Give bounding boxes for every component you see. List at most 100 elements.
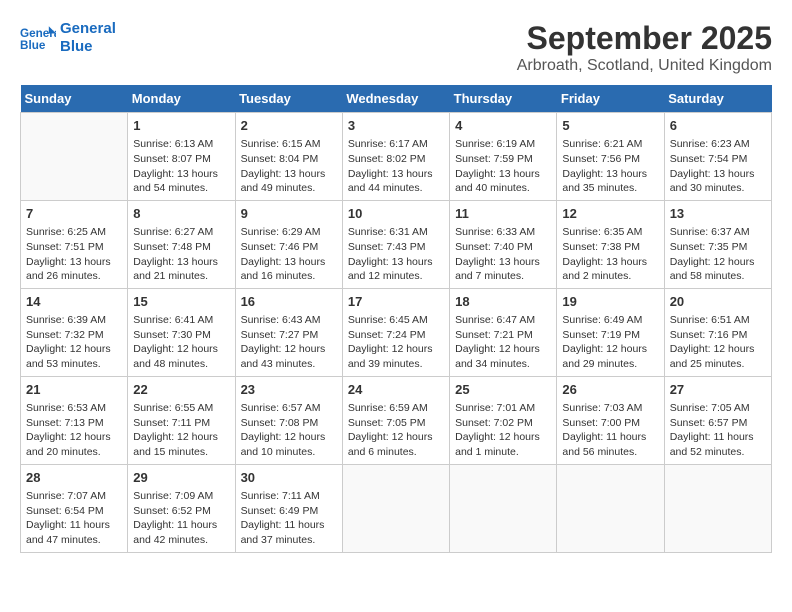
calendar-cell: 1 Sunrise: 6:13 AM Sunset: 8:07 PM Daylig… [128,113,235,201]
calendar-cell: 27 Sunrise: 7:05 AM Sunset: 6:57 PM Dayli… [664,376,771,464]
logo: General Blue General Blue [20,20,116,56]
day-number: 12 [562,205,658,223]
cell-content: Sunrise: 7:01 AM Sunset: 7:02 PM Dayligh… [455,401,551,460]
day-number: 1 [133,117,229,135]
cell-content: Sunrise: 6:25 AM Sunset: 7:51 PM Dayligh… [26,225,122,284]
day-number: 26 [562,381,658,399]
logo-line2: Blue [60,38,116,56]
day-number: 14 [26,293,122,311]
day-number: 20 [670,293,766,311]
cell-content: Sunrise: 6:49 AM Sunset: 7:19 PM Dayligh… [562,313,658,372]
weekday-header: Thursday [450,85,557,113]
day-number: 23 [241,381,337,399]
calendar-cell: 7Sunrise: 6:25 AM Sunset: 7:51 PM Daylig… [21,200,128,288]
calendar-cell: 28Sunrise: 7:07 AM Sunset: 6:54 PM Dayli… [21,464,128,552]
calendar-cell: 17 Sunrise: 6:45 AM Sunset: 7:24 PM Dayli… [342,288,449,376]
calendar-cell: 4Sunrise: 6:19 AM Sunset: 7:59 PM Daylig… [450,113,557,201]
calendar-cell: 10 Sunrise: 6:31 AM Sunset: 7:43 PM Dayli… [342,200,449,288]
calendar-week-row: 21Sunrise: 6:53 AM Sunset: 7:13 PM Dayli… [21,376,772,464]
cell-content: Sunrise: 6:51 AM Sunset: 7:16 PM Dayligh… [670,313,766,372]
cell-content: Sunrise: 6:59 AM Sunset: 7:05 PM Dayligh… [348,401,444,460]
calendar-cell: 15 Sunrise: 6:41 AM Sunset: 7:30 PM Dayli… [128,288,235,376]
cell-content: Sunrise: 6:57 AM Sunset: 7:08 PM Dayligh… [241,401,337,460]
calendar-body: 1 Sunrise: 6:13 AM Sunset: 8:07 PM Daylig… [21,113,772,553]
cell-content: Sunrise: 6:15 AM Sunset: 8:04 PM Dayligh… [241,137,337,196]
day-number: 9 [241,205,337,223]
cell-content: Sunrise: 6:31 AM Sunset: 7:43 PM Dayligh… [348,225,444,284]
day-number: 24 [348,381,444,399]
cell-content: Sunrise: 6:19 AM Sunset: 7:59 PM Dayligh… [455,137,551,196]
cell-content: Sunrise: 7:05 AM Sunset: 6:57 PM Dayligh… [670,401,766,460]
day-number: 21 [26,381,122,399]
title-block: September 2025 Arbroath, Scotland, Unite… [517,20,772,75]
cell-content: Sunrise: 7:09 AM Sunset: 6:52 PM Dayligh… [133,489,229,548]
weekday-header: Saturday [664,85,771,113]
cell-content: Sunrise: 6:23 AM Sunset: 7:54 PM Dayligh… [670,137,766,196]
cell-content: Sunrise: 6:39 AM Sunset: 7:32 PM Dayligh… [26,313,122,372]
cell-content: Sunrise: 6:33 AM Sunset: 7:40 PM Dayligh… [455,225,551,284]
day-number: 17 [348,293,444,311]
cell-content: Sunrise: 6:55 AM Sunset: 7:11 PM Dayligh… [133,401,229,460]
day-number: 22 [133,381,229,399]
weekday-header: Monday [128,85,235,113]
calendar-week-row: 7Sunrise: 6:25 AM Sunset: 7:51 PM Daylig… [21,200,772,288]
calendar-cell: 25 Sunrise: 7:01 AM Sunset: 7:02 PM Dayli… [450,376,557,464]
calendar-cell: 12 Sunrise: 6:35 AM Sunset: 7:38 PM Dayli… [557,200,664,288]
day-number: 8 [133,205,229,223]
calendar-cell: 11 Sunrise: 6:33 AM Sunset: 7:40 PM Dayli… [450,200,557,288]
calendar-cell [21,113,128,201]
calendar-cell: 16 Sunrise: 6:43 AM Sunset: 7:27 PM Dayli… [235,288,342,376]
calendar-cell [664,464,771,552]
day-number: 27 [670,381,766,399]
calendar-table: SundayMondayTuesdayWednesdayThursdayFrid… [20,85,772,553]
day-number: 18 [455,293,551,311]
cell-content: Sunrise: 6:17 AM Sunset: 8:02 PM Dayligh… [348,137,444,196]
day-number: 3 [348,117,444,135]
calendar-cell: 30 Sunrise: 7:11 AM Sunset: 6:49 PM Dayli… [235,464,342,552]
calendar-cell: 13Sunrise: 6:37 AM Sunset: 7:35 PM Dayli… [664,200,771,288]
day-number: 16 [241,293,337,311]
day-number: 15 [133,293,229,311]
day-number: 10 [348,205,444,223]
day-number: 28 [26,469,122,487]
cell-content: Sunrise: 7:11 AM Sunset: 6:49 PM Dayligh… [241,489,337,548]
svg-text:Blue: Blue [20,39,46,52]
calendar-cell: 22 Sunrise: 6:55 AM Sunset: 7:11 PM Dayli… [128,376,235,464]
calendar-cell: 29Sunrise: 7:09 AM Sunset: 6:52 PM Dayli… [128,464,235,552]
calendar-week-row: 28Sunrise: 7:07 AM Sunset: 6:54 PM Dayli… [21,464,772,552]
day-number: 30 [241,469,337,487]
logo-line1: General [60,20,116,38]
calendar-cell: 23 Sunrise: 6:57 AM Sunset: 7:08 PM Dayli… [235,376,342,464]
calendar-cell: 2 Sunrise: 6:15 AM Sunset: 8:04 PM Daylig… [235,113,342,201]
cell-content: Sunrise: 6:21 AM Sunset: 7:56 PM Dayligh… [562,137,658,196]
calendar-cell: 3 Sunrise: 6:17 AM Sunset: 8:02 PM Daylig… [342,113,449,201]
calendar-cell [342,464,449,552]
cell-content: Sunrise: 6:43 AM Sunset: 7:27 PM Dayligh… [241,313,337,372]
logo-icon: General Blue [20,24,56,52]
calendar-header: SundayMondayTuesdayWednesdayThursdayFrid… [21,85,772,113]
page-header: General Blue General Blue September 2025… [20,20,772,75]
cell-content: Sunrise: 6:37 AM Sunset: 7:35 PM Dayligh… [670,225,766,284]
calendar-week-row: 1 Sunrise: 6:13 AM Sunset: 8:07 PM Daylig… [21,113,772,201]
calendar-cell: 24 Sunrise: 6:59 AM Sunset: 7:05 PM Dayli… [342,376,449,464]
calendar-cell: 5 Sunrise: 6:21 AM Sunset: 7:56 PM Daylig… [557,113,664,201]
cell-content: Sunrise: 6:13 AM Sunset: 8:07 PM Dayligh… [133,137,229,196]
calendar-cell: 19 Sunrise: 6:49 AM Sunset: 7:19 PM Dayli… [557,288,664,376]
day-number: 11 [455,205,551,223]
calendar-cell: 20 Sunrise: 6:51 AM Sunset: 7:16 PM Dayli… [664,288,771,376]
cell-content: Sunrise: 6:47 AM Sunset: 7:21 PM Dayligh… [455,313,551,372]
cell-content: Sunrise: 7:03 AM Sunset: 7:00 PM Dayligh… [562,401,658,460]
calendar-cell: 26 Sunrise: 7:03 AM Sunset: 7:00 PM Dayli… [557,376,664,464]
day-number: 2 [241,117,337,135]
day-number: 5 [562,117,658,135]
cell-content: Sunrise: 6:35 AM Sunset: 7:38 PM Dayligh… [562,225,658,284]
weekday-header: Sunday [21,85,128,113]
day-number: 25 [455,381,551,399]
cell-content: Sunrise: 6:41 AM Sunset: 7:30 PM Dayligh… [133,313,229,372]
cell-content: Sunrise: 6:45 AM Sunset: 7:24 PM Dayligh… [348,313,444,372]
weekday-header: Tuesday [235,85,342,113]
calendar-cell: 14 Sunrise: 6:39 AM Sunset: 7:32 PM Dayli… [21,288,128,376]
page-subtitle: Arbroath, Scotland, United Kingdom [517,57,772,75]
calendar-cell: 18 Sunrise: 6:47 AM Sunset: 7:21 PM Dayli… [450,288,557,376]
day-number: 19 [562,293,658,311]
